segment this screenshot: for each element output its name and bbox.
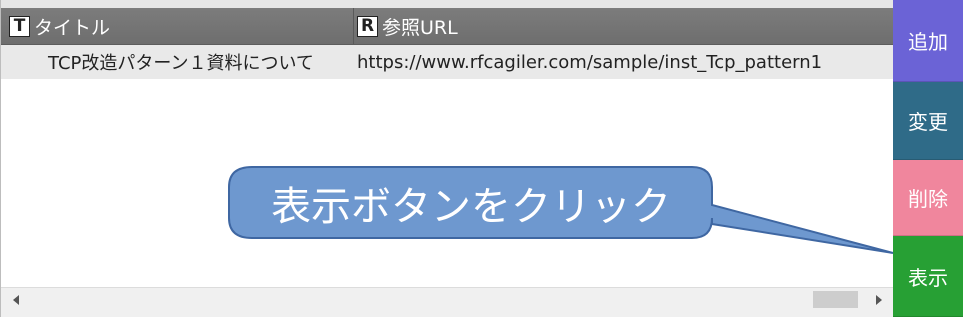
grid-header: T タイトル R 参照URL	[1, 8, 894, 45]
column-title-label: タイトル	[34, 16, 111, 39]
delete-button[interactable]: 削除	[893, 160, 963, 236]
scrollbar-thumb[interactable]	[813, 291, 858, 308]
grid-bottom-border	[1, 311, 894, 317]
column-header-url[interactable]: R 参照URL	[357, 8, 458, 44]
text-type-icon: T	[9, 15, 30, 37]
cell-title[interactable]: TCP改造パターン１資料について	[48, 49, 314, 75]
reference-type-icon: R	[357, 15, 378, 37]
column-url-label: 参照URL	[382, 16, 458, 39]
change-button[interactable]: 変更	[893, 82, 963, 160]
url-grid: T タイトル R 参照URL TCP改造パターン１資料について https://…	[0, 0, 894, 317]
show-button[interactable]: 表示	[893, 236, 963, 317]
app-window: T タイトル R 参照URL TCP改造パターン１資料について https://…	[0, 0, 963, 317]
right-arrow-icon[interactable]	[864, 288, 894, 311]
column-divider[interactable]	[353, 8, 354, 44]
add-button[interactable]: 追加	[893, 0, 963, 82]
left-arrow-icon[interactable]	[1, 288, 31, 311]
cell-url[interactable]: https://www.rfcagiler.com/sample/inst_Tc…	[357, 52, 822, 73]
table-row[interactable]: TCP改造パターン１資料について https://www.rfcagiler.c…	[1, 45, 894, 79]
horizontal-scrollbar[interactable]	[1, 287, 894, 311]
column-header-title[interactable]: T タイトル	[9, 8, 110, 44]
grid-top-border	[1, 0, 894, 8]
